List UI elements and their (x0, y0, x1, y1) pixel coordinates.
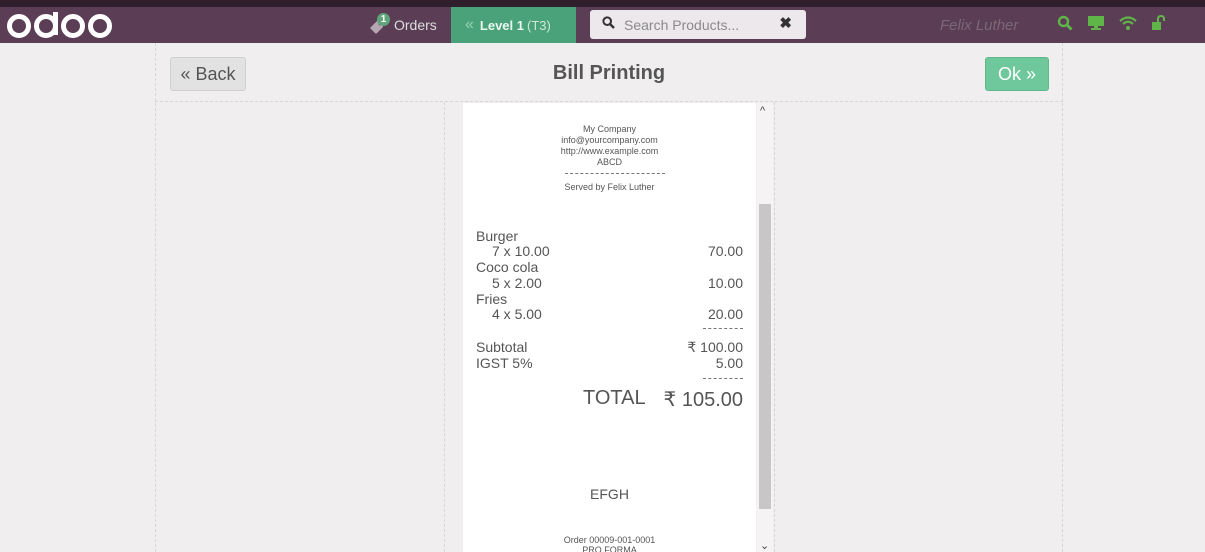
total-label: TOTAL (583, 387, 646, 409)
odoo-logo (6, 7, 116, 43)
chevron-up-icon[interactable]: ^ (760, 105, 765, 117)
orders-button[interactable]: 1 Orders (368, 7, 437, 43)
tax-label: IGST 5% (476, 355, 533, 371)
unlock-icon[interactable] (1151, 14, 1165, 36)
proxy-search-icon[interactable] (1057, 15, 1073, 36)
table-label: (T3) (527, 17, 551, 33)
subtotal-label: Subtotal (476, 339, 528, 355)
chevron-left-double-icon: « (465, 16, 474, 33)
ok-button[interactable]: Ok » (985, 57, 1049, 91)
company-website: http://www.example.com (560, 146, 659, 156)
floor-level-label: Level 1 (479, 17, 524, 33)
line-product-name: Burger (476, 228, 519, 244)
status-icons (1057, 7, 1179, 43)
product-search-box: ✖ (590, 10, 806, 39)
tax-value: 5.00 (715, 355, 743, 371)
search-icon (602, 15, 615, 34)
line-product-name: Coco cola (476, 259, 539, 275)
bill-printing-screen: « Back Bill Printing Ok » My Company inf… (155, 43, 1063, 552)
floor-table-button[interactable]: « Level 1 (T3) (451, 7, 576, 43)
order-type: PRO FORMA (582, 545, 637, 552)
receipt-footer-text: EFGH (590, 486, 629, 502)
line-amount: 20.00 (707, 306, 743, 322)
line-quantity-price: 4 x 5.00 (492, 306, 542, 322)
served-by: Served by Felix Luther (564, 182, 655, 192)
top-bar: 1 Orders « Level 1 (T3) ✖ Felix Luther (0, 0, 1205, 43)
right-divider (774, 102, 775, 552)
order-reference: Order 00009-001-0001 PRO FORMA (463, 535, 756, 552)
line-quantity-price: 7 x 10.00 (492, 243, 550, 259)
line-amount: 70.00 (707, 243, 743, 259)
subtotal-value: ₹ 100.00 (687, 339, 743, 355)
receipt: My Company info@yourcompany.com http://w… (463, 103, 756, 552)
chevron-down-icon[interactable]: ⌄ (760, 539, 769, 552)
wifi-icon[interactable] (1119, 15, 1137, 36)
tag-icon: 1 (368, 13, 390, 34)
line-product-name: Fries (476, 291, 508, 307)
order-number: Order 00009-001-0001 (563, 535, 656, 545)
search-input[interactable] (624, 16, 764, 33)
line-amount: 10.00 (707, 275, 743, 291)
subtotal-separator (703, 328, 743, 329)
receipt-header-text: ABCD (596, 157, 622, 167)
scrollbar-thumb[interactable] (759, 204, 771, 509)
left-divider (444, 102, 445, 552)
header-divider (155, 101, 1063, 102)
company-name: My Company (582, 124, 636, 134)
receipt-company-header: My Company info@yourcompany.com http://w… (463, 124, 756, 168)
page-title: Bill Printing (552, 62, 666, 84)
receipt-separator (565, 173, 665, 174)
company-email: info@yourcompany.com (561, 135, 658, 145)
orders-label: Orders (394, 17, 437, 33)
user-name[interactable]: Felix Luther (940, 7, 1018, 43)
screen-icon[interactable] (1087, 15, 1105, 36)
total-value: ₹ 105.00 (663, 389, 743, 411)
receipt-scrollbar[interactable]: ^ ⌄ (757, 103, 773, 552)
close-icon[interactable]: ✖ (779, 14, 792, 32)
line-quantity-price: 5 x 2.00 (492, 275, 542, 291)
orders-count-badge: 1 (377, 13, 390, 26)
total-separator (703, 378, 743, 379)
